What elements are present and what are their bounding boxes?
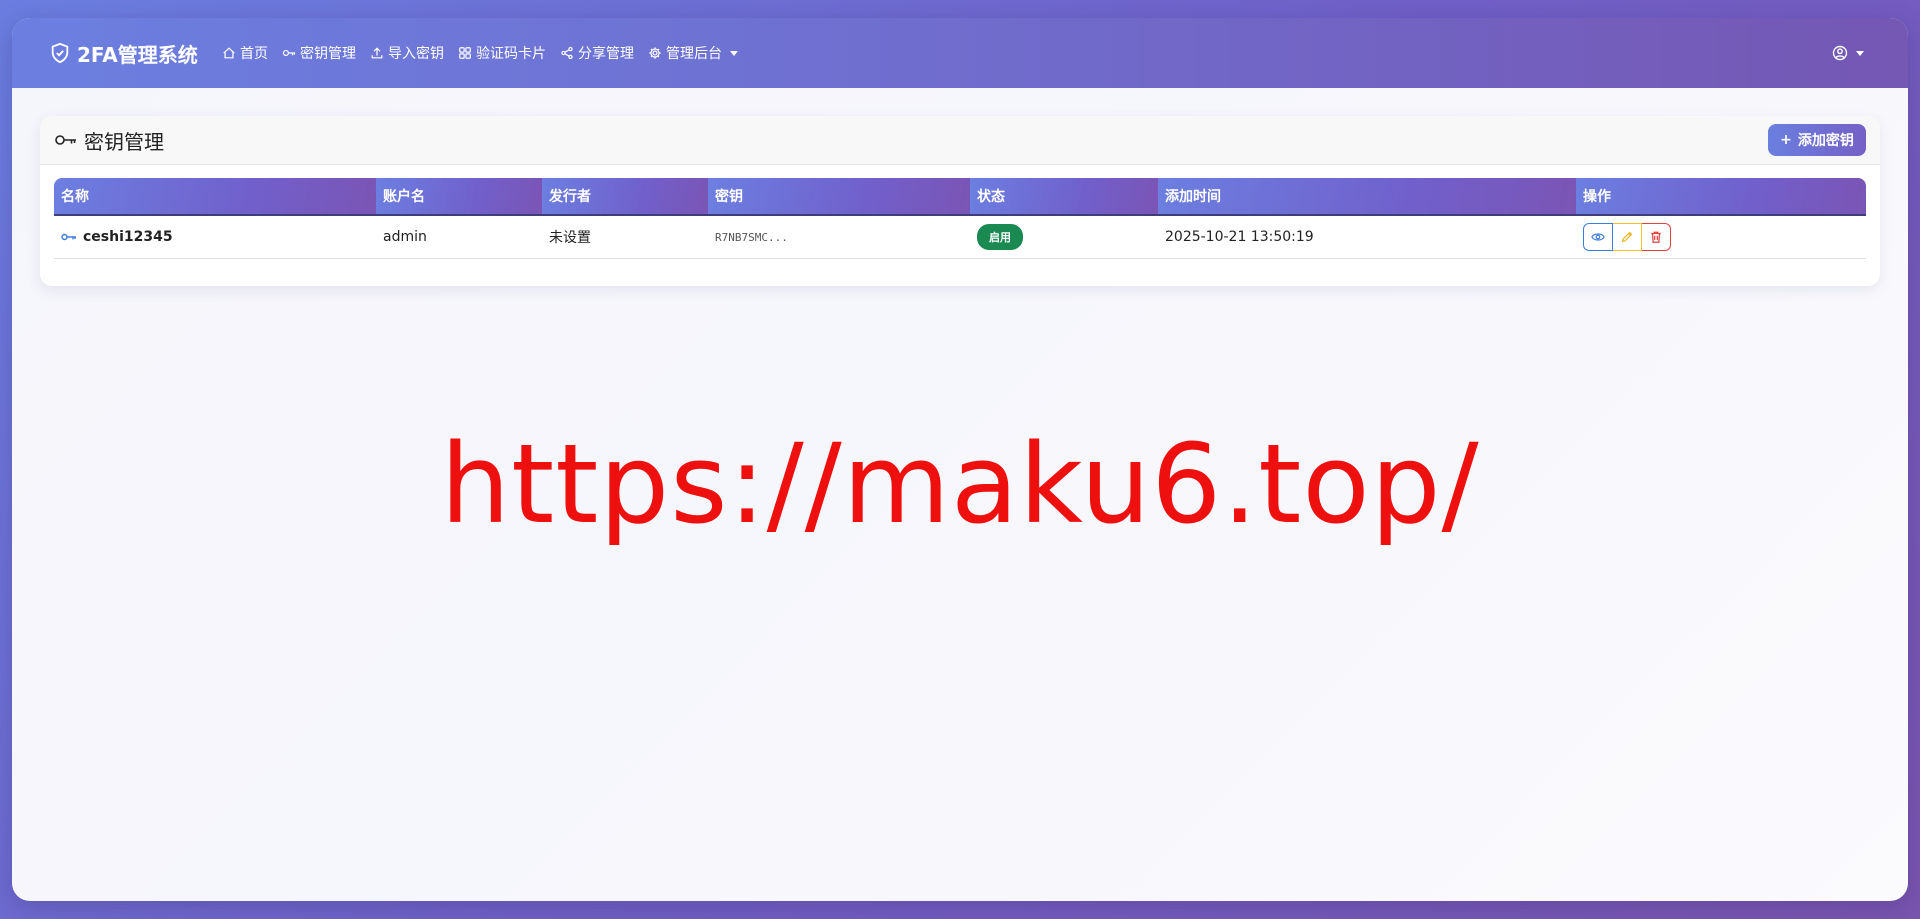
brand[interactable]: 2FA管理系统 bbox=[49, 18, 198, 88]
nav-label: 导入密钥 bbox=[388, 46, 444, 62]
key-name: ceshi12345 bbox=[83, 229, 173, 245]
cell-added: 2025-10-21 13:50:19 bbox=[1158, 215, 1576, 259]
key-icon bbox=[61, 233, 76, 241]
eye-icon bbox=[1591, 233, 1605, 241]
card-header: 密钥管理 + 添加密钥 bbox=[40, 116, 1880, 165]
column-header-issuer[interactable]: 发行者 bbox=[542, 178, 708, 216]
nav-label: 首页 bbox=[240, 46, 268, 62]
nav-item-admin[interactable]: 管理后台 bbox=[648, 43, 738, 63]
plus-icon: + bbox=[1780, 132, 1792, 148]
keys-table-wrap: 名称 账户名 发行者 密钥 状态 添加时间 操作 ceshi12345 admi… bbox=[54, 178, 1866, 259]
main-nav: 首页 密钥管理 导入密钥 验证码卡片 分享管理 管理后台 bbox=[222, 18, 738, 88]
column-header-actions: 操作 bbox=[1576, 178, 1866, 216]
column-header-status[interactable]: 状态 bbox=[970, 178, 1158, 216]
secret-value: R7NB7SMC... bbox=[715, 231, 788, 244]
gear-icon bbox=[649, 47, 661, 59]
share-icon bbox=[561, 46, 573, 60]
cell-secret: R7NB7SMC... bbox=[708, 215, 970, 259]
keys-table: 名称 账户名 发行者 密钥 状态 添加时间 操作 ceshi12345 admi… bbox=[54, 178, 1866, 259]
nav-item-keys[interactable]: 密钥管理 bbox=[282, 43, 356, 63]
cell-issuer: 未设置 bbox=[542, 215, 708, 259]
add-key-button[interactable]: + 添加密钥 bbox=[1768, 124, 1866, 156]
user-circle-icon bbox=[1832, 45, 1848, 61]
navbar: 2FA管理系统 首页 密钥管理 导入密钥 验证码卡片 分享管理 管理后台 bbox=[12, 18, 1908, 88]
pencil-icon bbox=[1621, 231, 1633, 243]
column-header-account[interactable]: 账户名 bbox=[376, 178, 542, 216]
delete-button[interactable] bbox=[1642, 223, 1671, 251]
nav-label: 管理后台 bbox=[666, 46, 722, 62]
grid-icon bbox=[459, 47, 471, 59]
nav-item-code-cards[interactable]: 验证码卡片 bbox=[458, 43, 546, 63]
cell-status: 启用 bbox=[970, 215, 1158, 259]
nav-label: 密钥管理 bbox=[300, 46, 356, 62]
page-title: 密钥管理 bbox=[54, 116, 164, 164]
card-title-text: 密钥管理 bbox=[84, 129, 164, 154]
home-icon bbox=[223, 47, 235, 59]
cell-name: ceshi12345 bbox=[54, 215, 376, 259]
column-header-name[interactable]: 名称 bbox=[54, 178, 376, 216]
table-row: ceshi12345 admin 未设置 R7NB7SMC... 启用 2025… bbox=[54, 215, 1866, 259]
nav-item-share[interactable]: 分享管理 bbox=[560, 43, 634, 63]
chevron-down-icon bbox=[1856, 50, 1864, 56]
trash-icon bbox=[1651, 231, 1661, 243]
add-key-label: 添加密钥 bbox=[1797, 133, 1854, 149]
view-button[interactable] bbox=[1583, 223, 1613, 251]
nav-label: 分享管理 bbox=[578, 46, 634, 62]
key-icon bbox=[282, 49, 296, 57]
watermark-text: https://maku6.top/ bbox=[440, 420, 1480, 548]
nav-label: 验证码卡片 bbox=[476, 46, 546, 62]
cell-actions bbox=[1576, 215, 1866, 259]
user-menu[interactable] bbox=[1832, 18, 1864, 88]
status-badge: 启用 bbox=[977, 224, 1023, 250]
shield-check-icon bbox=[51, 42, 69, 64]
column-header-added[interactable]: 添加时间 bbox=[1158, 178, 1576, 216]
key-icon bbox=[55, 135, 76, 145]
column-header-secret[interactable]: 密钥 bbox=[708, 178, 970, 216]
cell-account: admin bbox=[376, 215, 542, 259]
table-header-row: 名称 账户名 发行者 密钥 状态 添加时间 操作 bbox=[54, 178, 1866, 216]
nav-item-home[interactable]: 首页 bbox=[222, 43, 268, 63]
keys-card: 密钥管理 + 添加密钥 名称 账户名 发行者 密钥 状态 添加时间 操作 ces… bbox=[40, 116, 1880, 286]
brand-title: 2FA管理系统 bbox=[77, 42, 198, 67]
edit-button[interactable] bbox=[1613, 223, 1642, 251]
chevron-down-icon bbox=[730, 50, 738, 56]
nav-item-import[interactable]: 导入密钥 bbox=[370, 43, 444, 63]
upload-icon bbox=[371, 47, 383, 59]
